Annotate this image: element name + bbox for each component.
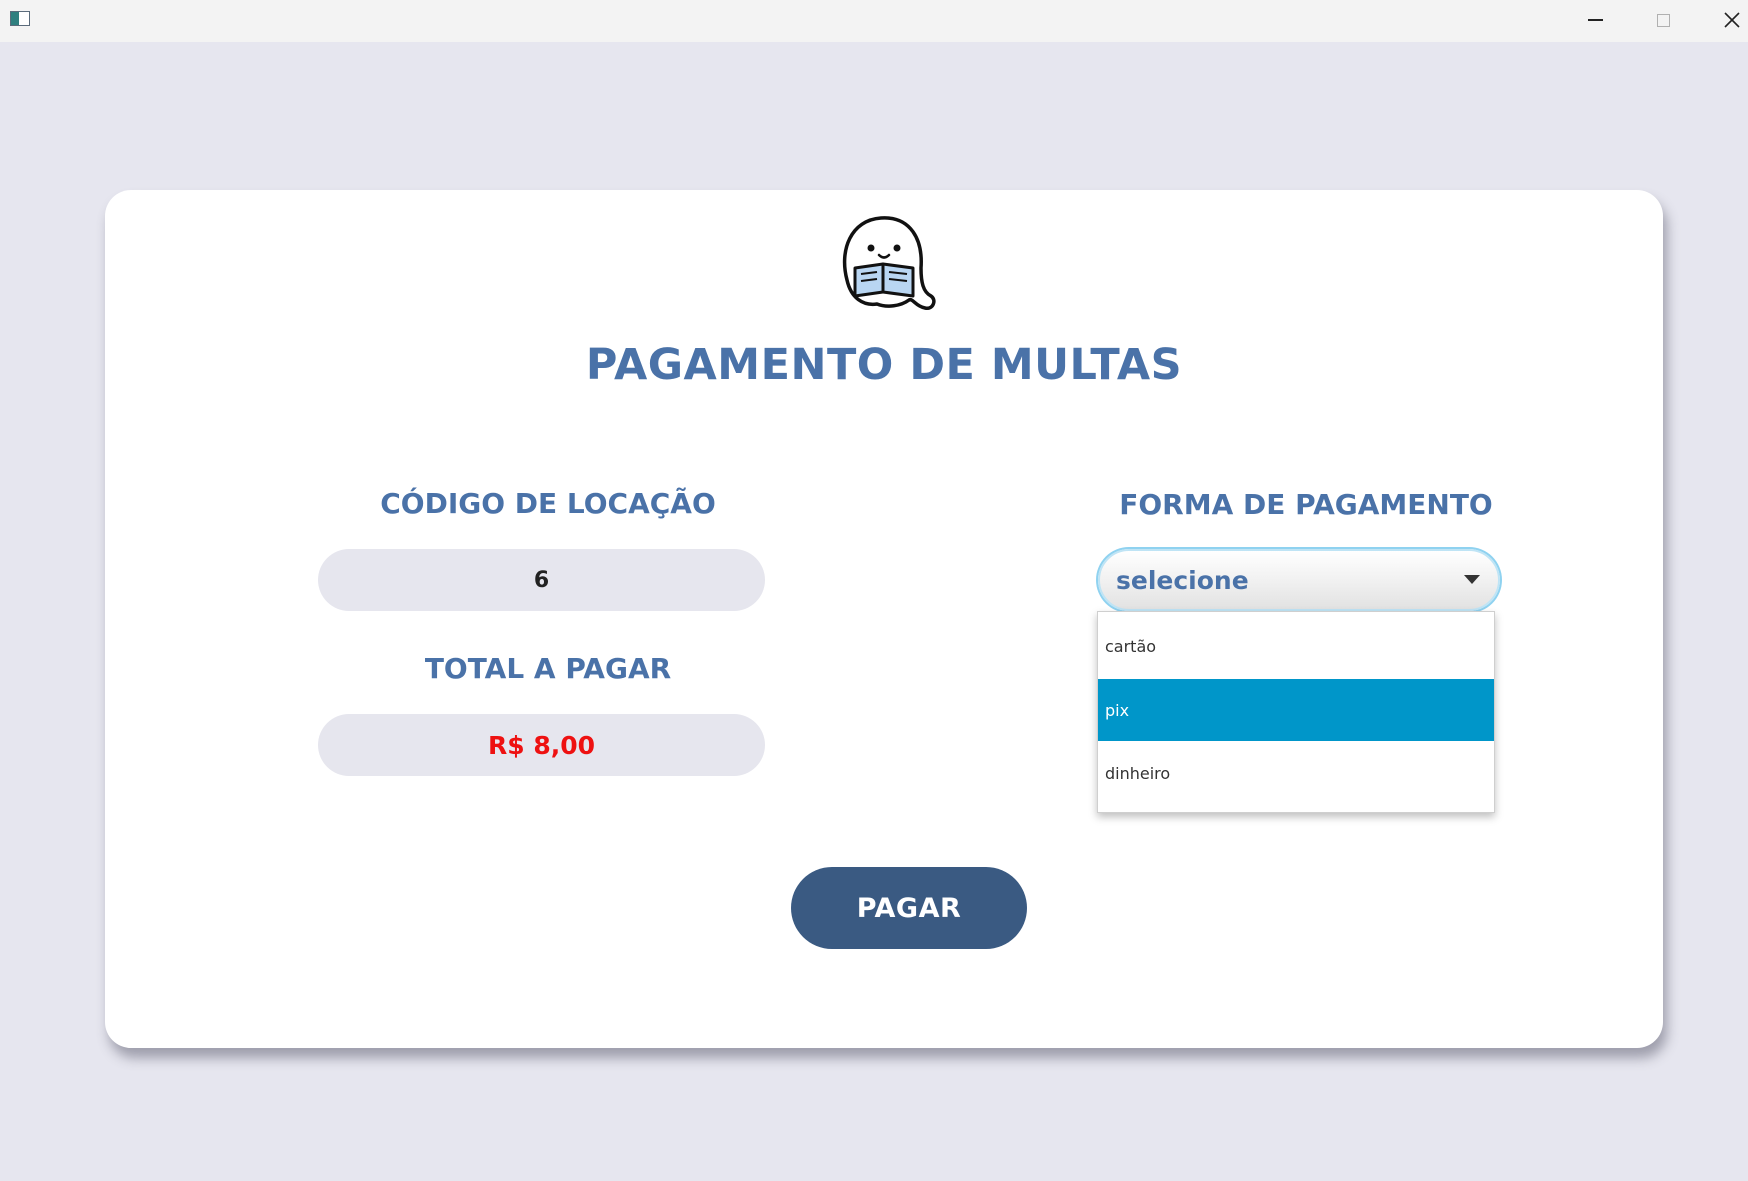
- codigo-locacao-field[interactable]: 6: [318, 549, 765, 611]
- dropdown-option-cartao[interactable]: cartão: [1098, 615, 1494, 677]
- close-icon[interactable]: [1702, 0, 1748, 40]
- ghost-reading-book-icon: [837, 210, 941, 318]
- minimize-icon[interactable]: [1565, 0, 1625, 40]
- page-title: PAGAMENTO DE MULTAS: [585, 340, 1183, 390]
- window-titlebar: [0, 0, 1748, 42]
- forma-pagamento-label: FORMA DE PAGAMENTO: [1119, 488, 1493, 521]
- app-icon: [10, 11, 30, 26]
- total-a-pagar-field: R$ 8,00: [318, 714, 765, 776]
- total-a-pagar-label: TOTAL A PAGAR: [424, 652, 672, 685]
- chevron-down-icon: [1464, 575, 1480, 584]
- payment-card: PAGAMENTO DE MULTAS CÓDIGO DE LOCAÇÃO 6 …: [105, 190, 1663, 1048]
- forma-pagamento-select[interactable]: selecione: [1098, 549, 1500, 611]
- select-value: selecione: [1116, 566, 1249, 595]
- dropdown-option-dinheiro[interactable]: dinheiro: [1098, 742, 1494, 804]
- codigo-locacao-label: CÓDIGO DE LOCAÇÃO: [380, 487, 716, 520]
- dropdown-option-pix[interactable]: pix: [1098, 679, 1494, 741]
- pagar-button[interactable]: PAGAR: [791, 867, 1027, 949]
- maximize-icon[interactable]: [1633, 0, 1693, 40]
- forma-pagamento-dropdown: cartão pix dinheiro: [1097, 611, 1495, 813]
